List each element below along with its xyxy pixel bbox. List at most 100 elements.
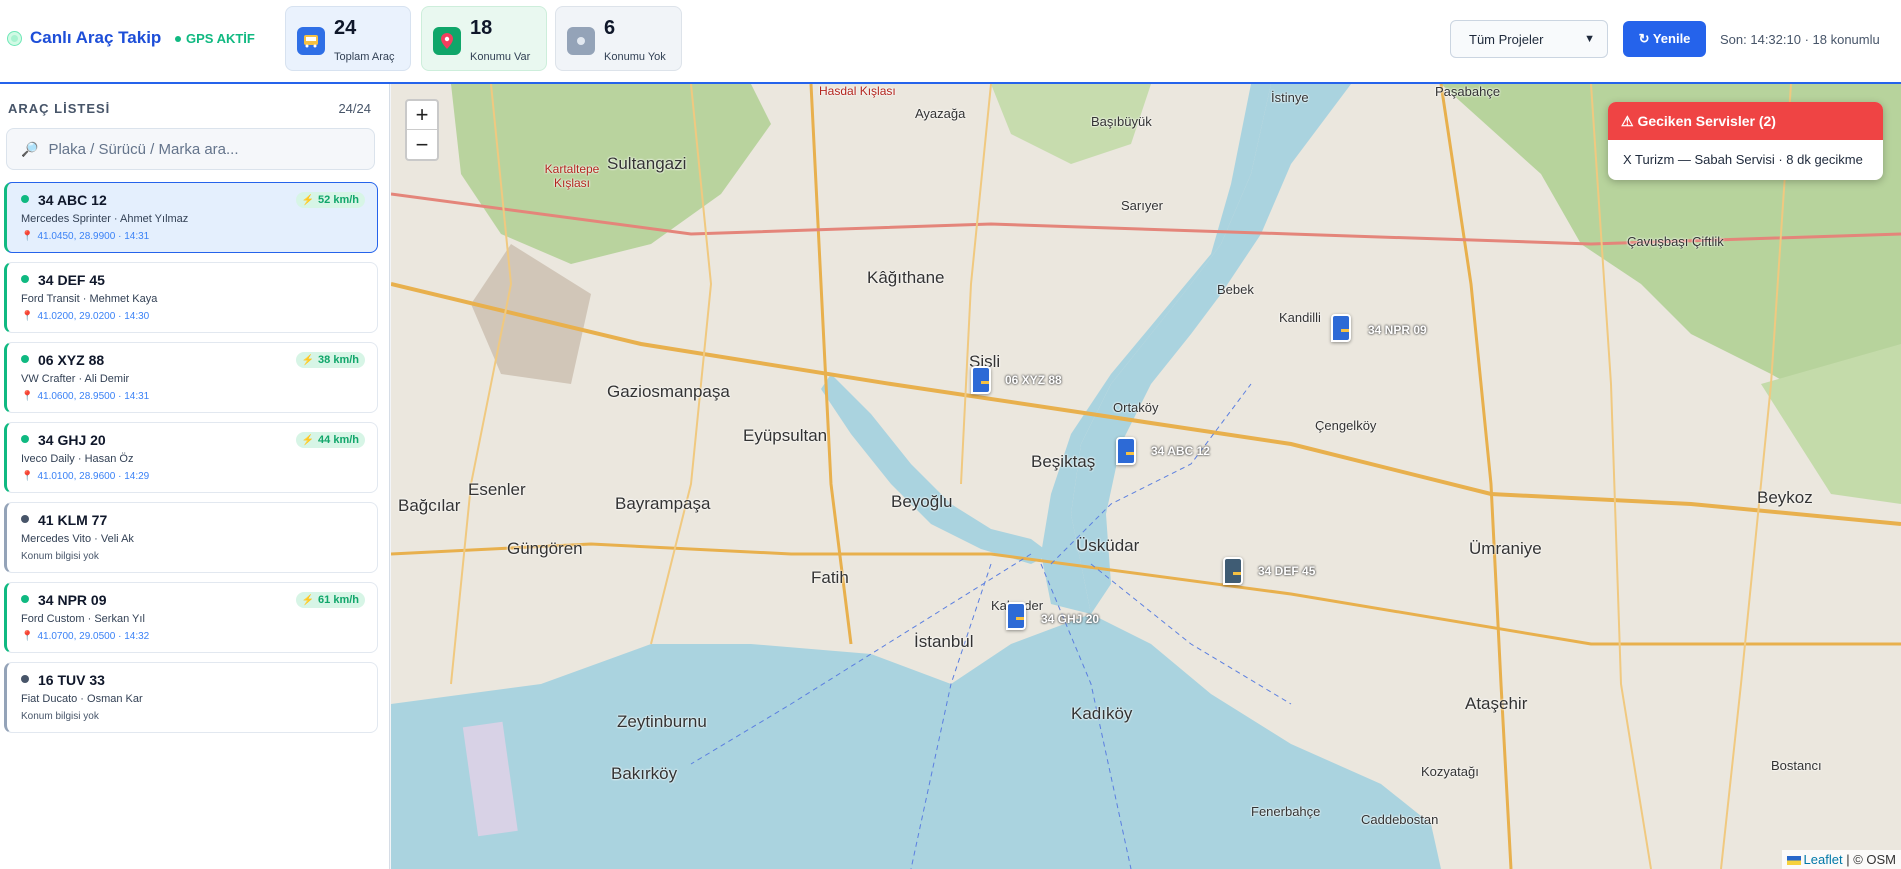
place-label: Bağcılar <box>398 496 461 515</box>
vehicle-location: 📍 41.0700, 29.0500 · 14:32 <box>21 631 149 642</box>
vehicle-sidebar: ARAÇ LİSTESİ 24/24 🔎 34 ABC 12 ⚡52 km/h … <box>0 84 390 869</box>
refresh-button[interactable]: ↻ Yenile <box>1623 21 1706 57</box>
vehicle-plate: 34 GHJ 20 <box>38 432 106 448</box>
place-label: Gaziosmanpaşa <box>607 382 730 401</box>
place-label: Bakırköy <box>611 764 678 783</box>
brand: Canlı Araç Takip <box>8 28 161 48</box>
vehicle-list: 34 ABC 12 ⚡ 52 km/h Mercedes Sprinter · A… <box>4 182 378 742</box>
place-label: Ümraniye <box>1469 539 1542 558</box>
vehicle-marker-label: 06 XYZ 88 <box>1005 373 1062 387</box>
alert-item[interactable]: X Turizm — Sabah Servisi · 8 dk gecikme <box>1608 140 1883 167</box>
vehicle-marker-label: 34 NPR 09 <box>1368 323 1427 337</box>
stat-without-location-label: Konumu Yok <box>604 51 666 63</box>
speed-value: 52 km/h <box>318 194 359 206</box>
pin-icon <box>433 27 461 55</box>
pin-icon: 📍 <box>21 391 34 402</box>
project-filter-select[interactable]: Tüm Projeler ▼ <box>1450 20 1608 58</box>
vehicle-location: 📍 41.0600, 28.9500 · 14:31 <box>21 391 149 402</box>
place-label: Paşabahçe <box>1435 84 1501 99</box>
vehicle-info: Ford Transit · Mehmet Kaya <box>21 293 158 305</box>
bolt-icon: ⚡ <box>301 194 315 206</box>
vehicle-location-text: Konum bilgisi yok <box>21 551 99 562</box>
vehicle-marker-label: 34 DEF 45 <box>1258 564 1316 578</box>
speed-value: 44 km/h <box>318 434 359 446</box>
gps-status-label: GPS AKTİF <box>186 31 255 46</box>
vehicle-info: Iveco Daily · Hasan Öz <box>21 453 134 465</box>
gps-dot-icon <box>175 35 181 42</box>
offline-status-icon <box>21 675 29 683</box>
leaflet-link[interactable]: Leaflet <box>1804 852 1843 867</box>
vehicle-plate: 34 NPR 09 <box>38 592 107 608</box>
delayed-services-alert: ⚠ Geciken Servisler (2) X Turizm — Sabah… <box>1608 102 1883 180</box>
zoom-out-button[interactable]: − <box>407 130 437 159</box>
place-label: Kandilli <box>1279 310 1321 325</box>
gps-status-badge: GPS AKTİF <box>175 31 255 46</box>
speed-badge: ⚡ 44 km/h <box>295 432 365 448</box>
vehicle-location: 📍 41.0450, 28.9900 · 14:31 <box>21 231 149 242</box>
pin-icon: 📍 <box>21 311 34 322</box>
place-label: Fatih <box>811 568 849 587</box>
vehicle-info: VW Crafter · Ali Demir <box>21 373 130 385</box>
place-label: Çengelköy <box>1315 418 1377 433</box>
vehicle-marker-icon[interactable] <box>971 366 991 394</box>
place-label: Sarıyer <box>1121 198 1163 213</box>
pin-icon: 📍 <box>21 631 34 642</box>
vehicle-location-text: 41.0700, 29.0500 · 14:32 <box>37 631 150 642</box>
vehicle-marker-icon[interactable] <box>1006 602 1026 630</box>
alert-title: ⚠ Geciken Servisler (2) <box>1608 102 1883 140</box>
place-label: Güngören <box>507 539 583 558</box>
stat-without-location-value: 6 <box>604 17 616 39</box>
place-label: Ortaköy <box>1113 400 1159 415</box>
last-update-text: Son: 14:32:10 · 18 konumlu <box>1720 32 1880 47</box>
vehicle-card[interactable]: 34 NPR 09 ⚡ 61 km/h Ford Custom · Serkan … <box>4 582 378 653</box>
place-label: Bayrampaşa <box>615 494 711 513</box>
pin-icon: 📍 <box>21 231 34 242</box>
vehicle-marker-icon[interactable] <box>1116 437 1136 465</box>
speed-value: 38 km/h <box>318 354 359 366</box>
map-view[interactable]: Kâğıthane Şişli Beşiktaş Beyoğlu İstanbu… <box>391 84 1901 869</box>
vehicle-location-text: 41.0450, 28.9900 · 14:31 <box>37 231 150 242</box>
vehicle-search-input[interactable] <box>48 140 349 158</box>
circle-icon <box>567 27 595 55</box>
vehicle-info: Mercedes Sprinter · Ahmet Yılmaz <box>21 213 189 225</box>
place-label: Çavuşbaşı Çiftlik <box>1627 234 1724 249</box>
vehicle-card[interactable]: 41 KLM 77 Mercedes Vito · Veli Ak Konum … <box>4 502 378 573</box>
vehicle-location-text: 41.0600, 28.9500 · 14:31 <box>37 391 150 402</box>
vehicle-card[interactable]: 34 GHJ 20 ⚡ 44 km/h Iveco Daily · Hasan Ö… <box>4 422 378 493</box>
speed-badge: ⚡ 52 km/h <box>295 192 365 208</box>
place-label: Eyüpsultan <box>743 426 828 445</box>
vehicle-marker-label: 34 ABC 12 <box>1151 444 1210 458</box>
vehicle-search: 🔎 <box>6 128 375 170</box>
stat-total-label: Toplam Araç <box>334 51 395 63</box>
vehicle-location-text: Konum bilgisi yok <box>21 711 99 722</box>
vehicle-plate: 06 XYZ 88 <box>38 352 105 368</box>
place-label: Ayazağa <box>915 106 966 121</box>
place-label: Fenerbahçe <box>1251 804 1321 819</box>
place-label: Esenler <box>468 480 526 499</box>
speed-badge: ⚡ 61 km/h <box>295 592 365 608</box>
vehicle-card[interactable]: 34 ABC 12 ⚡ 52 km/h Mercedes Sprinter · A… <box>4 182 378 253</box>
place-label: Kadıköy <box>1071 704 1133 723</box>
vehicle-card[interactable]: 34 DEF 45 Ford Transit · Mehmet Kaya 📍 41… <box>4 262 378 333</box>
project-filter-value: Tüm Projeler <box>1469 31 1544 47</box>
vehicle-card[interactable]: 16 TUV 33 Fiat Ducato · Osman Kar Konum … <box>4 662 378 733</box>
online-status-icon <box>21 195 29 203</box>
map-attribution: Leaflet | © OSM <box>1781 850 1901 869</box>
stat-with-location-value: 18 <box>470 17 493 39</box>
place-label: İstinye <box>1271 90 1309 105</box>
stat-total-vehicles: 24 Toplam Araç <box>285 6 411 71</box>
vehicle-card[interactable]: 06 XYZ 88 ⚡ 38 km/h VW Crafter · Ali Demi… <box>4 342 378 413</box>
vehicle-marker-icon[interactable] <box>1223 557 1243 585</box>
speed-value: 61 km/h <box>318 594 359 606</box>
place-label: Bebek <box>1217 282 1254 297</box>
stat-total-value: 24 <box>334 17 357 39</box>
place-label: Bostancı <box>1771 758 1822 773</box>
place-label: Kartaltepe Kışlası <box>544 162 600 190</box>
vehicle-marker-icon[interactable] <box>1331 314 1351 342</box>
online-status-icon <box>21 435 29 443</box>
top-header: Canlı Araç Takip GPS AKTİF 24 Toplam Ara… <box>0 0 1901 84</box>
vehicle-location: 📍 41.0200, 29.0200 · 14:30 <box>21 311 149 322</box>
place-label: Caddebostan <box>1361 812 1439 827</box>
stat-with-location-label: Konumu Var <box>470 51 531 63</box>
zoom-in-button[interactable]: + <box>407 101 437 130</box>
